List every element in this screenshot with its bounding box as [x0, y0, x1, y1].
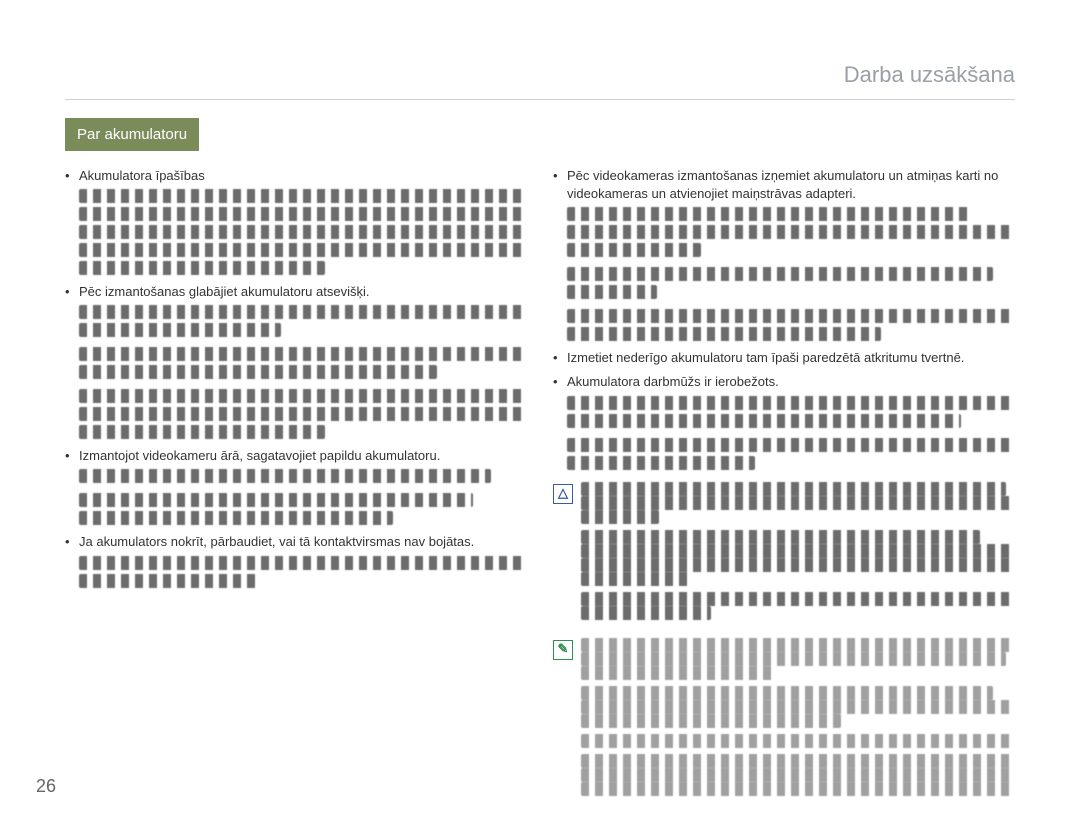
bullet-dot: •: [553, 373, 567, 391]
bullet-text: Akumulatora īpašības: [79, 167, 527, 185]
bullet-dot: •: [65, 533, 79, 551]
tip-body: [581, 638, 1015, 802]
bullet-dot: •: [553, 349, 567, 367]
manual-page: Darba uzsākšana Par akumulatoru • Akumul…: [0, 0, 1080, 802]
bullet-dot: •: [65, 167, 79, 185]
bullet-item: • Akumulatora darbmūžs ir ierobežots.: [553, 373, 1015, 391]
tip-note: ✎: [553, 638, 1015, 802]
left-column: • Akumulatora īpašības • Pēc izmantošana…: [65, 167, 527, 802]
warning-icon: △: [553, 484, 573, 504]
topic-badge: Par akumulatoru: [65, 118, 199, 151]
bullet-dot: •: [65, 283, 79, 301]
bullet-text: Pēc izmantošanas glabājiet akumulatoru a…: [79, 283, 527, 301]
bullet-text: Izmetiet nederīgo akumulatoru tam īpaši …: [567, 349, 1015, 367]
obscured-sub-text: [567, 207, 1015, 341]
bullet-item: • Izmantojot videokameru ārā, sagatavoji…: [65, 447, 527, 465]
bullet-text: Pēc videokameras izmantošanas izņemiet a…: [567, 167, 1015, 203]
obscured-sub-text: [567, 396, 1015, 470]
obscured-sub-text: [79, 305, 527, 439]
note-icon: ✎: [553, 640, 573, 660]
bullet-text: Akumulatora darbmūžs ir ierobežots.: [567, 373, 1015, 391]
obscured-sub-text: [79, 189, 527, 275]
warning-note: △: [553, 482, 1015, 626]
right-column: • Pēc videokameras izmantošanas izņemiet…: [553, 167, 1015, 802]
bullet-item: • Ja akumulators nokrīt, pārbaudiet, vai…: [65, 533, 527, 551]
bullet-text: Izmantojot videokameru ārā, sagatavojiet…: [79, 447, 527, 465]
obscured-sub-text: [79, 556, 527, 588]
warning-body: [581, 482, 1015, 626]
bullet-dot: •: [553, 167, 567, 203]
bullet-dot: •: [65, 447, 79, 465]
bullet-item: • Akumulatora īpašības: [65, 167, 527, 185]
page-number: 26: [36, 774, 56, 799]
bullet-text: Ja akumulators nokrīt, pārbaudiet, vai t…: [79, 533, 527, 551]
bullet-item: • Pēc videokameras izmantošanas izņemiet…: [553, 167, 1015, 203]
two-column-layout: • Akumulatora īpašības • Pēc izmantošana…: [65, 167, 1015, 802]
chapter-title: Darba uzsākšana: [65, 60, 1015, 100]
bullet-item: • Izmetiet nederīgo akumulatoru tam īpaš…: [553, 349, 1015, 367]
obscured-sub-text: [79, 469, 527, 525]
bullet-item: • Pēc izmantošanas glabājiet akumulatoru…: [65, 283, 527, 301]
